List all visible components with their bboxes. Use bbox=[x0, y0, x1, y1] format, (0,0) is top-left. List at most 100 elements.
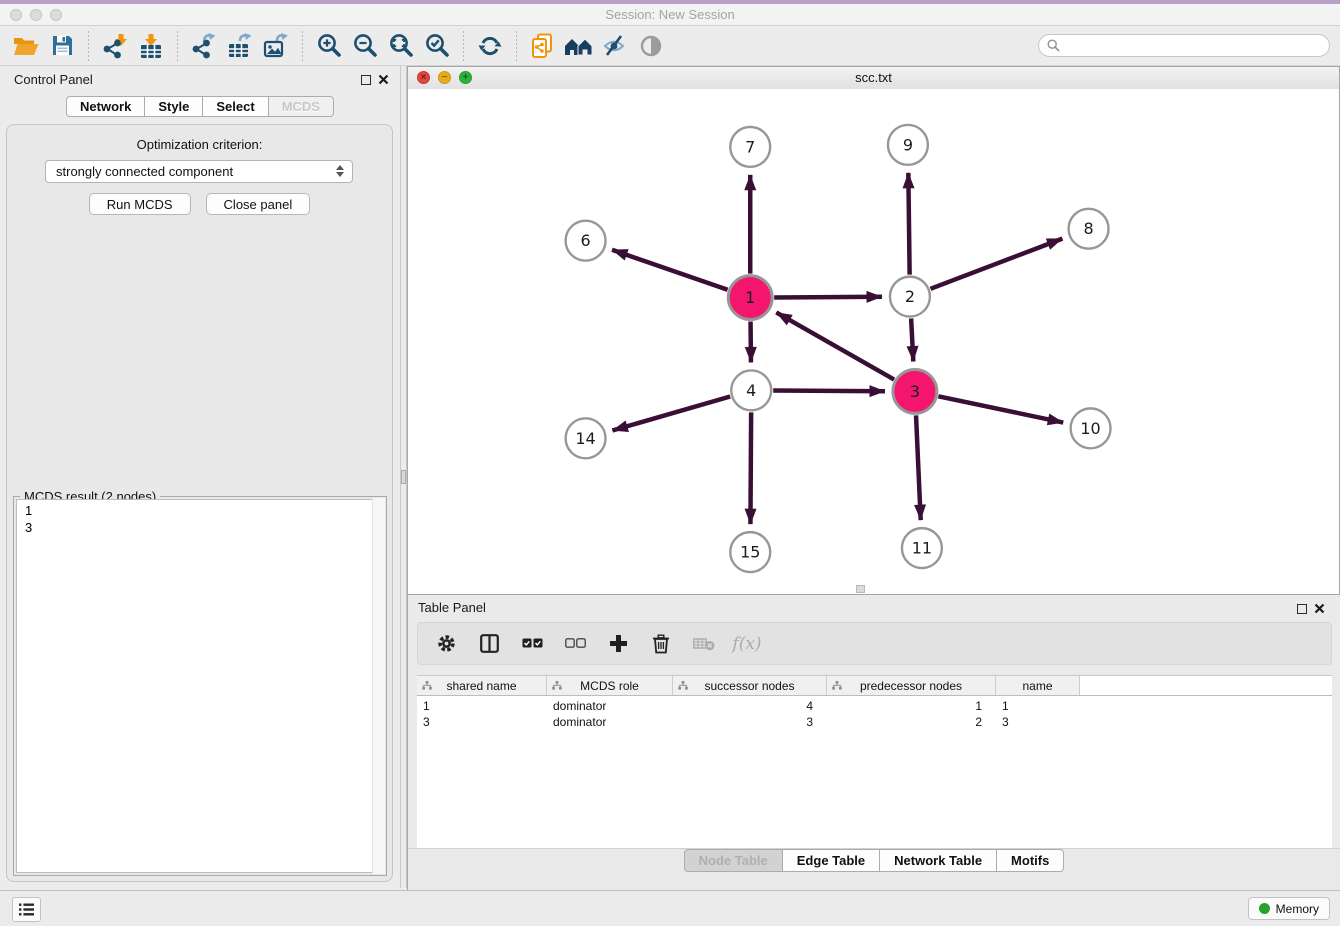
network-graph[interactable]: 7 9 6 8 1 2 4 3 14 10 15 11 bbox=[408, 89, 1339, 594]
task-history-button[interactable] bbox=[12, 897, 41, 922]
edge-2-9[interactable] bbox=[908, 173, 909, 275]
mcds-result-text[interactable]: 13 bbox=[16, 499, 384, 873]
tab-mcds[interactable]: MCDS bbox=[268, 96, 334, 117]
graph-node-11[interactable]: 11 bbox=[902, 528, 942, 568]
hide-selected-icon[interactable] bbox=[600, 32, 630, 60]
column-header-shared-name[interactable]: shared name bbox=[417, 676, 547, 695]
select-all-rows-icon[interactable] bbox=[521, 633, 543, 655]
show-all-icon[interactable] bbox=[636, 32, 666, 60]
zoom-fit-icon[interactable] bbox=[386, 32, 416, 60]
close-panel-icon[interactable] bbox=[378, 74, 389, 85]
table-cell[interactable]: 1 bbox=[417, 699, 547, 713]
first-neighbors-icon[interactable] bbox=[564, 32, 594, 60]
criterion-value: strongly connected component bbox=[56, 164, 233, 179]
export-image-icon[interactable] bbox=[261, 32, 291, 60]
table-tabs: Node TableEdge TableNetwork TableMotifs bbox=[408, 849, 1340, 872]
toolbar-separator bbox=[177, 31, 178, 61]
new-network-from-selection-icon[interactable] bbox=[528, 32, 558, 60]
graph-node-2[interactable]: 2 bbox=[890, 277, 930, 317]
table-row[interactable]: 3dominator323 bbox=[417, 714, 1332, 730]
tab-edge-table[interactable]: Edge Table bbox=[782, 849, 880, 872]
edge-4-15[interactable] bbox=[750, 412, 751, 524]
network-canvas[interactable]: 7 9 6 8 1 2 4 3 14 10 15 11 bbox=[408, 89, 1339, 594]
tab-network-table[interactable]: Network Table bbox=[879, 849, 997, 872]
delete-row-icon[interactable] bbox=[650, 633, 672, 655]
table-cell[interactable]: dominator bbox=[547, 715, 673, 729]
graph-node-7[interactable]: 7 bbox=[730, 127, 770, 167]
hierarchy-sort-icon bbox=[422, 681, 432, 690]
criterion-dropdown[interactable]: strongly connected component bbox=[45, 160, 353, 183]
edge-1-6[interactable] bbox=[612, 250, 728, 290]
edge-3-11[interactable] bbox=[916, 415, 921, 520]
column-header-successor-nodes[interactable]: successor nodes bbox=[673, 676, 827, 695]
search-input[interactable] bbox=[1038, 34, 1330, 57]
tab-style[interactable]: Style bbox=[144, 96, 203, 117]
table-cell[interactable]: 1 bbox=[996, 699, 1080, 713]
result-line: 1 bbox=[25, 502, 383, 519]
table-cell[interactable]: 1 bbox=[827, 699, 996, 713]
column-header-name[interactable]: name bbox=[996, 676, 1080, 695]
edge-2-3[interactable] bbox=[911, 319, 913, 362]
column-visibility-icon[interactable] bbox=[478, 633, 500, 655]
graph-node-14[interactable]: 14 bbox=[566, 418, 606, 458]
graph-node-15[interactable]: 15 bbox=[730, 532, 770, 572]
column-header-mcds-role[interactable]: MCDS role bbox=[547, 676, 673, 695]
edge-3-10[interactable] bbox=[938, 396, 1063, 422]
tab-motifs[interactable]: Motifs bbox=[996, 849, 1064, 872]
table-cell[interactable]: 2 bbox=[827, 715, 996, 729]
edge-4-14[interactable] bbox=[612, 396, 730, 430]
graph-node-4[interactable]: 4 bbox=[731, 370, 771, 410]
deselect-all-rows-icon[interactable] bbox=[564, 633, 586, 655]
memory-label: Memory bbox=[1276, 902, 1319, 916]
table-toolbar: f(x) bbox=[417, 622, 1332, 665]
zoom-in-icon[interactable] bbox=[314, 32, 344, 60]
network-window-titlebar[interactable]: × − + scc.txt bbox=[408, 67, 1339, 90]
graph-node-6[interactable]: 6 bbox=[566, 221, 606, 261]
graph-node-8[interactable]: 8 bbox=[1069, 209, 1109, 249]
table-cell[interactable]: 3 bbox=[996, 715, 1080, 729]
tab-node-table[interactable]: Node Table bbox=[684, 849, 783, 872]
splitter-handle[interactable] bbox=[401, 470, 406, 484]
control-panel-tabs: NetworkStyleSelectMCDS bbox=[0, 96, 400, 117]
function-builder-icon[interactable]: f(x) bbox=[736, 633, 758, 655]
graph-node-9[interactable]: 9 bbox=[888, 125, 928, 165]
search-field[interactable] bbox=[1065, 37, 1329, 54]
tab-select[interactable]: Select bbox=[202, 96, 268, 117]
memory-button[interactable]: Memory bbox=[1248, 897, 1330, 920]
run-mcds-button[interactable]: Run MCDS bbox=[89, 193, 191, 215]
open-session-icon[interactable] bbox=[11, 32, 41, 60]
import-table-icon[interactable] bbox=[136, 32, 166, 60]
edge-3-1[interactable] bbox=[776, 312, 894, 379]
table-cell[interactable]: 4 bbox=[673, 699, 827, 713]
export-table-icon[interactable] bbox=[225, 32, 255, 60]
svg-text:9: 9 bbox=[903, 135, 913, 154]
float-table-panel-icon[interactable] bbox=[1297, 604, 1307, 614]
delete-column-icon[interactable] bbox=[693, 633, 715, 655]
graph-node-1[interactable]: 1 bbox=[728, 276, 772, 320]
graph-node-10[interactable]: 10 bbox=[1071, 408, 1111, 448]
table-cell[interactable]: dominator bbox=[547, 699, 673, 713]
table-row[interactable]: 1dominator411 bbox=[417, 698, 1332, 714]
edge-2-8[interactable] bbox=[930, 239, 1062, 289]
zoom-out-icon[interactable] bbox=[350, 32, 380, 60]
zoom-selected-icon[interactable] bbox=[422, 32, 452, 60]
apply-layout-icon[interactable] bbox=[475, 32, 505, 60]
float-panel-icon[interactable] bbox=[361, 75, 371, 85]
close-table-panel-icon[interactable] bbox=[1314, 603, 1325, 614]
edge-1-2[interactable] bbox=[774, 297, 882, 298]
add-column-icon[interactable] bbox=[607, 633, 629, 655]
column-header-predecessor-nodes[interactable]: predecessor nodes bbox=[827, 676, 996, 695]
tab-network[interactable]: Network bbox=[66, 96, 145, 117]
import-network-icon[interactable] bbox=[100, 32, 130, 60]
result-scrollbar[interactable] bbox=[372, 498, 385, 874]
hierarchy-sort-icon bbox=[678, 681, 688, 690]
settings-gear-icon[interactable] bbox=[435, 633, 457, 655]
table-cell[interactable]: 3 bbox=[417, 715, 547, 729]
canvas-scroll-handle[interactable] bbox=[856, 585, 865, 593]
table-cell[interactable]: 3 bbox=[673, 715, 827, 729]
export-network-icon[interactable] bbox=[189, 32, 219, 60]
save-session-icon[interactable] bbox=[47, 32, 77, 60]
close-panel-button[interactable]: Close panel bbox=[206, 193, 311, 215]
edge-4-3[interactable] bbox=[773, 391, 885, 392]
graph-node-3[interactable]: 3 bbox=[893, 369, 937, 413]
